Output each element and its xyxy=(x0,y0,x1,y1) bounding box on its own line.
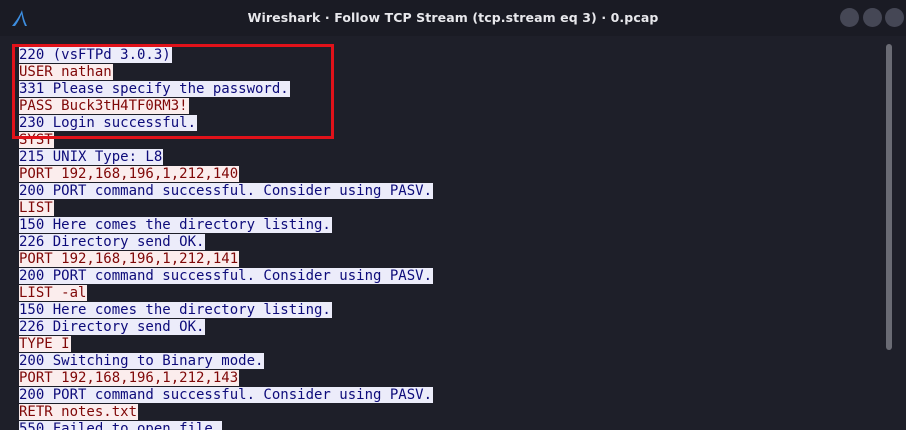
server-line: 215 UNIX Type: L8 xyxy=(19,149,433,166)
client-line: PORT 192,168,196,1,212,140 xyxy=(19,166,433,183)
title-bar[interactable]: Wireshark · Follow TCP Stream (tcp.strea… xyxy=(0,0,906,36)
server-line: 550 Failed to open file. xyxy=(19,421,433,430)
stream-line-text: TYPE I xyxy=(19,336,71,352)
server-line: 150 Here comes the directory listing. xyxy=(19,302,433,319)
client-line: PORT 192,168,196,1,212,143 xyxy=(19,370,433,387)
client-line: LIST xyxy=(19,200,433,217)
stream-content-area[interactable]: 220 (vsFTPd 3.0.3) USER nathan 331 Please … xyxy=(0,36,906,430)
maximize-button[interactable] xyxy=(863,8,882,27)
stream-line-text: 150 Here comes the directory listing. xyxy=(19,302,332,318)
stream-line-text: RETR notes.txt xyxy=(19,404,139,420)
server-line: 200 PORT command successful. Consider us… xyxy=(19,268,434,285)
stream-line-text: 200 PORT command successful. Consider us… xyxy=(19,387,434,403)
stream-line-text: SYST xyxy=(19,132,54,148)
stream-line-text: 331 Please specify the password. xyxy=(19,81,290,97)
server-line: 226 Directory send OK. xyxy=(19,234,433,251)
stream-line-text: 550 Failed to open file. xyxy=(19,421,223,430)
stream-line-text: 226 Directory send OK. xyxy=(19,319,206,335)
stream-line-text: 220 (vsFTPd 3.0.3) xyxy=(19,47,172,63)
stream-line-text: 200 PORT command successful. Consider us… xyxy=(19,183,434,199)
client-line: PORT 192,168,196,1,212,141 xyxy=(19,251,433,268)
stream-line-text: PASS Buck3tH4TF0RM3! xyxy=(19,98,189,114)
stream-line-text: LIST xyxy=(19,200,54,216)
stream-line-text: 230 Login successful. xyxy=(19,115,198,131)
stream-line-text: PORT 192,168,196,1,212,141 xyxy=(19,251,240,267)
server-line: 200 PORT command successful. Consider us… xyxy=(19,387,434,404)
stream-lines: 220 (vsFTPd 3.0.3) USER nathan 331 Please … xyxy=(19,47,434,430)
server-line: 200 PORT command successful. Consider us… xyxy=(19,183,434,200)
stream-line-text: PORT 192,168,196,1,212,143 xyxy=(19,370,240,386)
wireshark-window: Wireshark · Follow TCP Stream (tcp.strea… xyxy=(0,0,906,430)
client-line: TYPE I xyxy=(19,336,433,353)
server-line: 331 Please specify the password. xyxy=(19,81,433,98)
vertical-scrollbar[interactable] xyxy=(886,44,892,350)
stream-line-text: LIST -al xyxy=(19,285,88,301)
client-line: PASS Buck3tH4TF0RM3! xyxy=(19,98,433,115)
minimize-button[interactable] xyxy=(840,8,859,27)
window-title: Wireshark · Follow TCP Stream (tcp.strea… xyxy=(247,10,659,25)
stream-line-text: 226 Directory send OK. xyxy=(19,234,206,250)
server-line: 230 Login successful. xyxy=(19,115,433,132)
client-line: LIST -al xyxy=(19,285,433,302)
stream-line-text: PORT 192,168,196,1,212,140 xyxy=(19,166,240,182)
stream-line-text: 200 Switching to Binary mode. xyxy=(19,353,265,369)
server-line: 220 (vsFTPd 3.0.3) xyxy=(19,47,433,64)
client-line: USER nathan xyxy=(19,64,433,81)
stream-line-text: USER nathan xyxy=(19,64,113,80)
server-line: 226 Directory send OK. xyxy=(19,319,433,336)
client-line: RETR notes.txt xyxy=(19,404,433,421)
stream-line-text: 215 UNIX Type: L8 xyxy=(19,149,164,165)
server-line: 150 Here comes the directory listing. xyxy=(19,217,433,234)
stream-line-text: 200 PORT command successful. Consider us… xyxy=(19,268,434,284)
client-line: SYST xyxy=(19,132,433,149)
stream-line-text: 150 Here comes the directory listing. xyxy=(19,217,332,233)
server-line: 200 Switching to Binary mode. xyxy=(19,353,433,370)
close-button[interactable] xyxy=(885,8,904,27)
